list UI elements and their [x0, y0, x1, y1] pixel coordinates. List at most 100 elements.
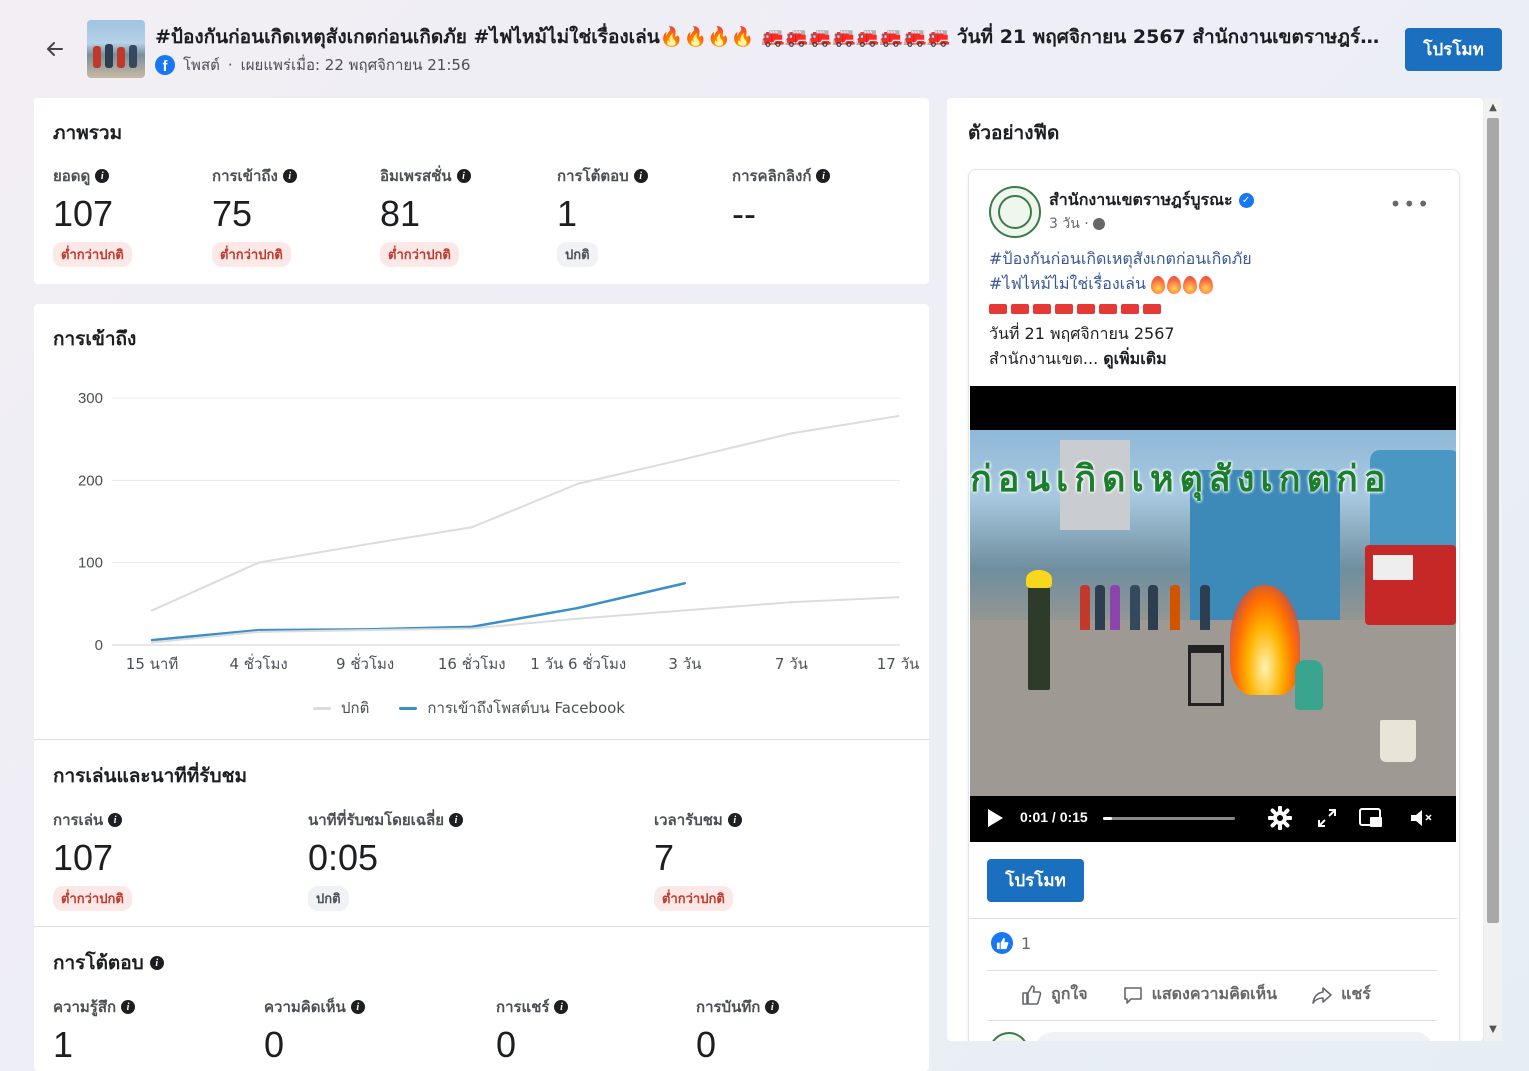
section-divider	[34, 739, 929, 740]
post-time[interactable]: 3 วัน ·	[1049, 213, 1105, 235]
data-point[interactable]	[470, 526, 473, 529]
engagement-title: การโต้ตอบ i	[53, 948, 164, 978]
more-options-icon[interactable]: •••	[1390, 192, 1431, 216]
x-tick-label: 7 วัน	[775, 655, 808, 673]
metric-watch-time: เวลารับชม i 7 ต่ำกว่าปกติ	[654, 808, 742, 911]
legend-post-reach[interactable]: การเข้าถึงโพสต์บน Facebook	[399, 696, 625, 720]
share-arrow-icon	[1312, 986, 1332, 1004]
promote-post-button[interactable]: โปรโมท	[987, 859, 1084, 902]
data-point[interactable]	[257, 630, 260, 634]
metric-value: 0	[696, 1024, 717, 1065]
feed-preview-panel: ตัวอย่างฟีด สำนักงานเขตราษฎร์บูรณะ ✓ 3 ว…	[947, 98, 1483, 1041]
data-point[interactable]	[577, 482, 580, 485]
video-time: 0:01 / 0:15	[1020, 809, 1088, 825]
metric-saves: การบันทึก i 0	[696, 995, 780, 1067]
data-point[interactable]	[683, 609, 687, 612]
data-point[interactable]	[683, 457, 687, 461]
series-line-0	[151, 415, 899, 612]
fire-truck-emoji-icons	[989, 304, 1161, 314]
share-button[interactable]: แชร์	[1311, 982, 1371, 1007]
data-point[interactable]	[150, 609, 154, 612]
y-tick-label: 300	[78, 390, 103, 407]
fire-emoji-icons	[1150, 275, 1213, 294]
section-divider	[34, 926, 929, 927]
metric-value: 7	[654, 837, 675, 878]
commenter-avatar	[989, 1032, 1029, 1041]
info-icon[interactable]: i	[727, 813, 742, 827]
scroll-up-arrow-icon[interactable]: ▲	[1487, 102, 1499, 114]
info-icon[interactable]: i	[765, 1000, 780, 1014]
data-point[interactable]	[683, 582, 687, 585]
info-icon[interactable]: i	[449, 813, 464, 827]
status-badge: ปกติ	[308, 886, 349, 911]
status-badge: ต่ำกว่าปกติ	[654, 886, 733, 911]
data-point[interactable]	[577, 606, 580, 610]
series-line-1	[151, 582, 686, 642]
y-tick-label: 200	[78, 472, 103, 489]
video-player[interactable]: ก่อนเกิดเหตุสังเกตก่อ 0:01 / 0:15	[970, 386, 1456, 842]
page-name[interactable]: สำนักงานเขตราษฎร์บูรณะ ✓	[1049, 188, 1254, 213]
data-point[interactable]	[790, 600, 793, 604]
mute-icon[interactable]	[1408, 806, 1434, 830]
hashtag-link[interactable]: #ป้องกันก่อนเกิดเหตุสังเกตก่อนเกิดภัย	[989, 249, 1252, 268]
data-point[interactable]	[896, 596, 900, 599]
data-point[interactable]	[257, 561, 260, 564]
verified-badge-icon: ✓	[1238, 193, 1254, 208]
x-tick-label: 3 วัน	[668, 655, 701, 673]
metric-comments: ความคิดเห็น i 0	[264, 995, 365, 1067]
x-tick-label: 4 ชั่วโมง	[229, 653, 287, 673]
fire-truck-image	[1365, 545, 1456, 625]
info-icon[interactable]: i	[149, 956, 164, 970]
hashtag-link[interactable]: #ไฟไหม้ไม่ใช่เรื่องเล่น	[989, 274, 1146, 293]
data-point[interactable]	[790, 432, 793, 435]
video-controls: 0:01 / 0:15	[970, 796, 1456, 842]
post-preview-card: สำนักงานเขตราษฎร์บูรณะ ✓ 3 วัน · ••• #ป้…	[968, 169, 1460, 1041]
x-tick-label: 16 ชั่วโมง	[438, 653, 506, 673]
settings-gear-icon[interactable]	[1268, 806, 1292, 830]
chart-legend: ปกติ การเข้าถึงโพสต์บน Facebook	[313, 696, 625, 720]
play-icon[interactable]	[988, 809, 1003, 827]
data-point[interactable]	[896, 414, 900, 418]
post-text: #ป้องกันก่อนเกิดเหตุสังเกตก่อนเกิดภัย #ไ…	[989, 249, 1252, 368]
series-line-2	[151, 596, 899, 644]
x-tick-label: 17 วัน	[877, 655, 920, 673]
page-avatar[interactable]	[989, 186, 1041, 238]
feed-preview-title: ตัวอย่างฟีด	[968, 122, 1060, 144]
metric-plays: การเล่น i 107 ต่ำกว่าปกติ	[53, 808, 132, 911]
status-badge: ต่ำกว่าปกติ	[53, 886, 132, 911]
like-button[interactable]: ถูกใจ	[1021, 982, 1088, 1007]
x-tick-label: 15 นาที	[126, 655, 178, 673]
data-point[interactable]	[363, 543, 367, 546]
playback-title: การเล่นและนาทีที่รับชม	[53, 765, 247, 787]
scroll-down-arrow-icon[interactable]: ▼	[1487, 1024, 1499, 1036]
data-point[interactable]	[470, 627, 473, 630]
see-more-link[interactable]: ดูเพิ่มเติม	[1103, 349, 1166, 368]
video-frame[interactable]: ก่อนเกิดเหตุสังเกตก่อ	[970, 430, 1456, 796]
picture-in-picture-icon[interactable]	[1358, 806, 1384, 830]
video-progress-fill	[1103, 817, 1113, 820]
metric-value: 0	[496, 1024, 517, 1065]
thumbs-up-icon	[1022, 984, 1042, 1005]
data-point[interactable]	[150, 638, 154, 642]
data-point[interactable]	[150, 641, 154, 644]
legend-normal[interactable]: ปกติ	[313, 696, 369, 720]
metric-value: 1	[53, 1024, 74, 1065]
scrollbar-thumb[interactable]	[1487, 118, 1499, 923]
metric-avg-minutes: นาทีที่รับชมโดยเฉลี่ย i 0:05 ปกติ	[308, 808, 464, 911]
info-icon[interactable]: i	[108, 813, 123, 827]
info-icon[interactable]: i	[121, 1000, 136, 1014]
metric-value: 0	[264, 1024, 285, 1065]
metric-value: 107	[53, 837, 114, 878]
y-tick-label: 100	[78, 555, 103, 572]
comment-button[interactable]: แสดงความคิดเห็น	[1122, 982, 1277, 1007]
data-point[interactable]	[363, 628, 367, 632]
video-overlay-text: ก่อนเกิดเหตุสังเกตก่อ	[970, 459, 1392, 500]
y-tick-label: 0	[95, 637, 103, 654]
fullscreen-icon[interactable]	[1316, 807, 1338, 829]
info-icon[interactable]: i	[554, 1000, 569, 1014]
data-point[interactable]	[577, 617, 580, 620]
info-icon[interactable]: i	[350, 1000, 365, 1014]
reaction-summary[interactable]: 1	[991, 932, 1031, 954]
comment-input[interactable]	[1035, 1032, 1433, 1041]
video-progress-bar[interactable]	[1103, 817, 1235, 820]
